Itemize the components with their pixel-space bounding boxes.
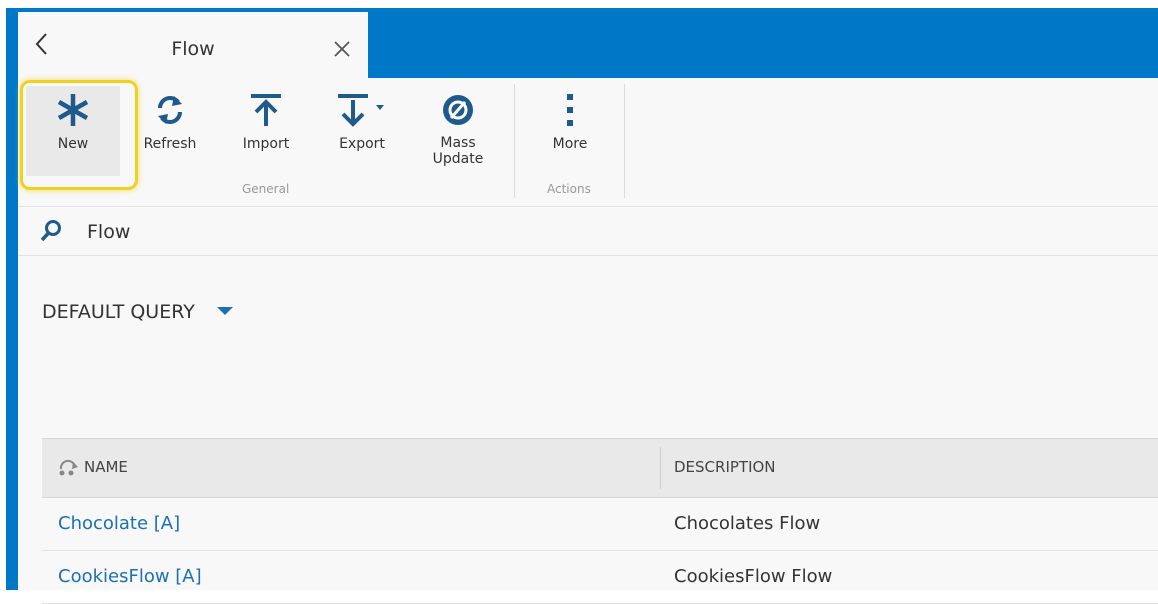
close-icon[interactable] (331, 38, 353, 60)
column-divider[interactable] (660, 447, 661, 489)
group-label-actions: Actions (547, 182, 591, 196)
more-vertical-icon (567, 94, 573, 126)
mass-update-button[interactable]: Mass Update (410, 86, 506, 176)
column-header-description[interactable]: DESCRIPTION (674, 458, 776, 476)
row-name-link[interactable]: CookiesFlow [A] (58, 566, 202, 587)
row-name-link[interactable]: Chocolate [A] (58, 513, 180, 534)
tab-title: Flow (171, 38, 215, 60)
column-header-name[interactable]: NAME (58, 458, 128, 477)
import-icon (251, 94, 281, 126)
app-window: Flow New Refresh Import Export Mass Upda… (6, 8, 1158, 604)
search-bar[interactable]: Flow (18, 207, 1158, 256)
group-separator (624, 84, 625, 198)
query-label: DEFAULT QUERY (42, 301, 195, 323)
table-row[interactable]: CookiesFlow [A] CookiesFlow Flow (42, 551, 1158, 604)
import-button[interactable]: Import (218, 86, 314, 176)
search-text: Flow (87, 221, 131, 243)
import-label: Import (242, 136, 290, 152)
data-grid: NAME DESCRIPTION Chocolate [A] Chocolate… (42, 438, 1158, 604)
more-button[interactable]: More (522, 86, 618, 176)
row-description: CookiesFlow Flow (674, 566, 833, 587)
grid-header: NAME DESCRIPTION (42, 438, 1158, 498)
column-options-icon[interactable] (58, 459, 80, 477)
mass-update-label: Mass Update (432, 135, 484, 167)
search-icon (40, 220, 61, 242)
ribbon-toolbar: New Refresh Import Export Mass Update Mo… (18, 78, 1158, 207)
query-selector[interactable]: DEFAULT QUERY (42, 301, 233, 323)
more-label: More (552, 136, 588, 152)
caret-down-icon[interactable] (216, 306, 233, 315)
tab-flow[interactable]: Flow (18, 12, 368, 78)
table-row[interactable]: Chocolate [A] Chocolates Flow (42, 498, 1158, 551)
refresh-label: Refresh (143, 136, 197, 152)
refresh-button[interactable]: Refresh (122, 86, 218, 176)
export-label: Export (339, 136, 385, 152)
asterisk-icon (57, 94, 89, 126)
row-description: Chocolates Flow (674, 513, 821, 534)
group-separator (514, 84, 515, 198)
new-label: New (57, 136, 89, 152)
refresh-icon (158, 96, 182, 124)
column-header-name-label: NAME (84, 458, 128, 476)
mass-update-icon (443, 95, 473, 125)
export-icon (338, 94, 384, 127)
new-button[interactable]: New (20, 80, 138, 190)
export-button[interactable]: Export (314, 86, 410, 176)
group-label-general: General (242, 182, 290, 196)
